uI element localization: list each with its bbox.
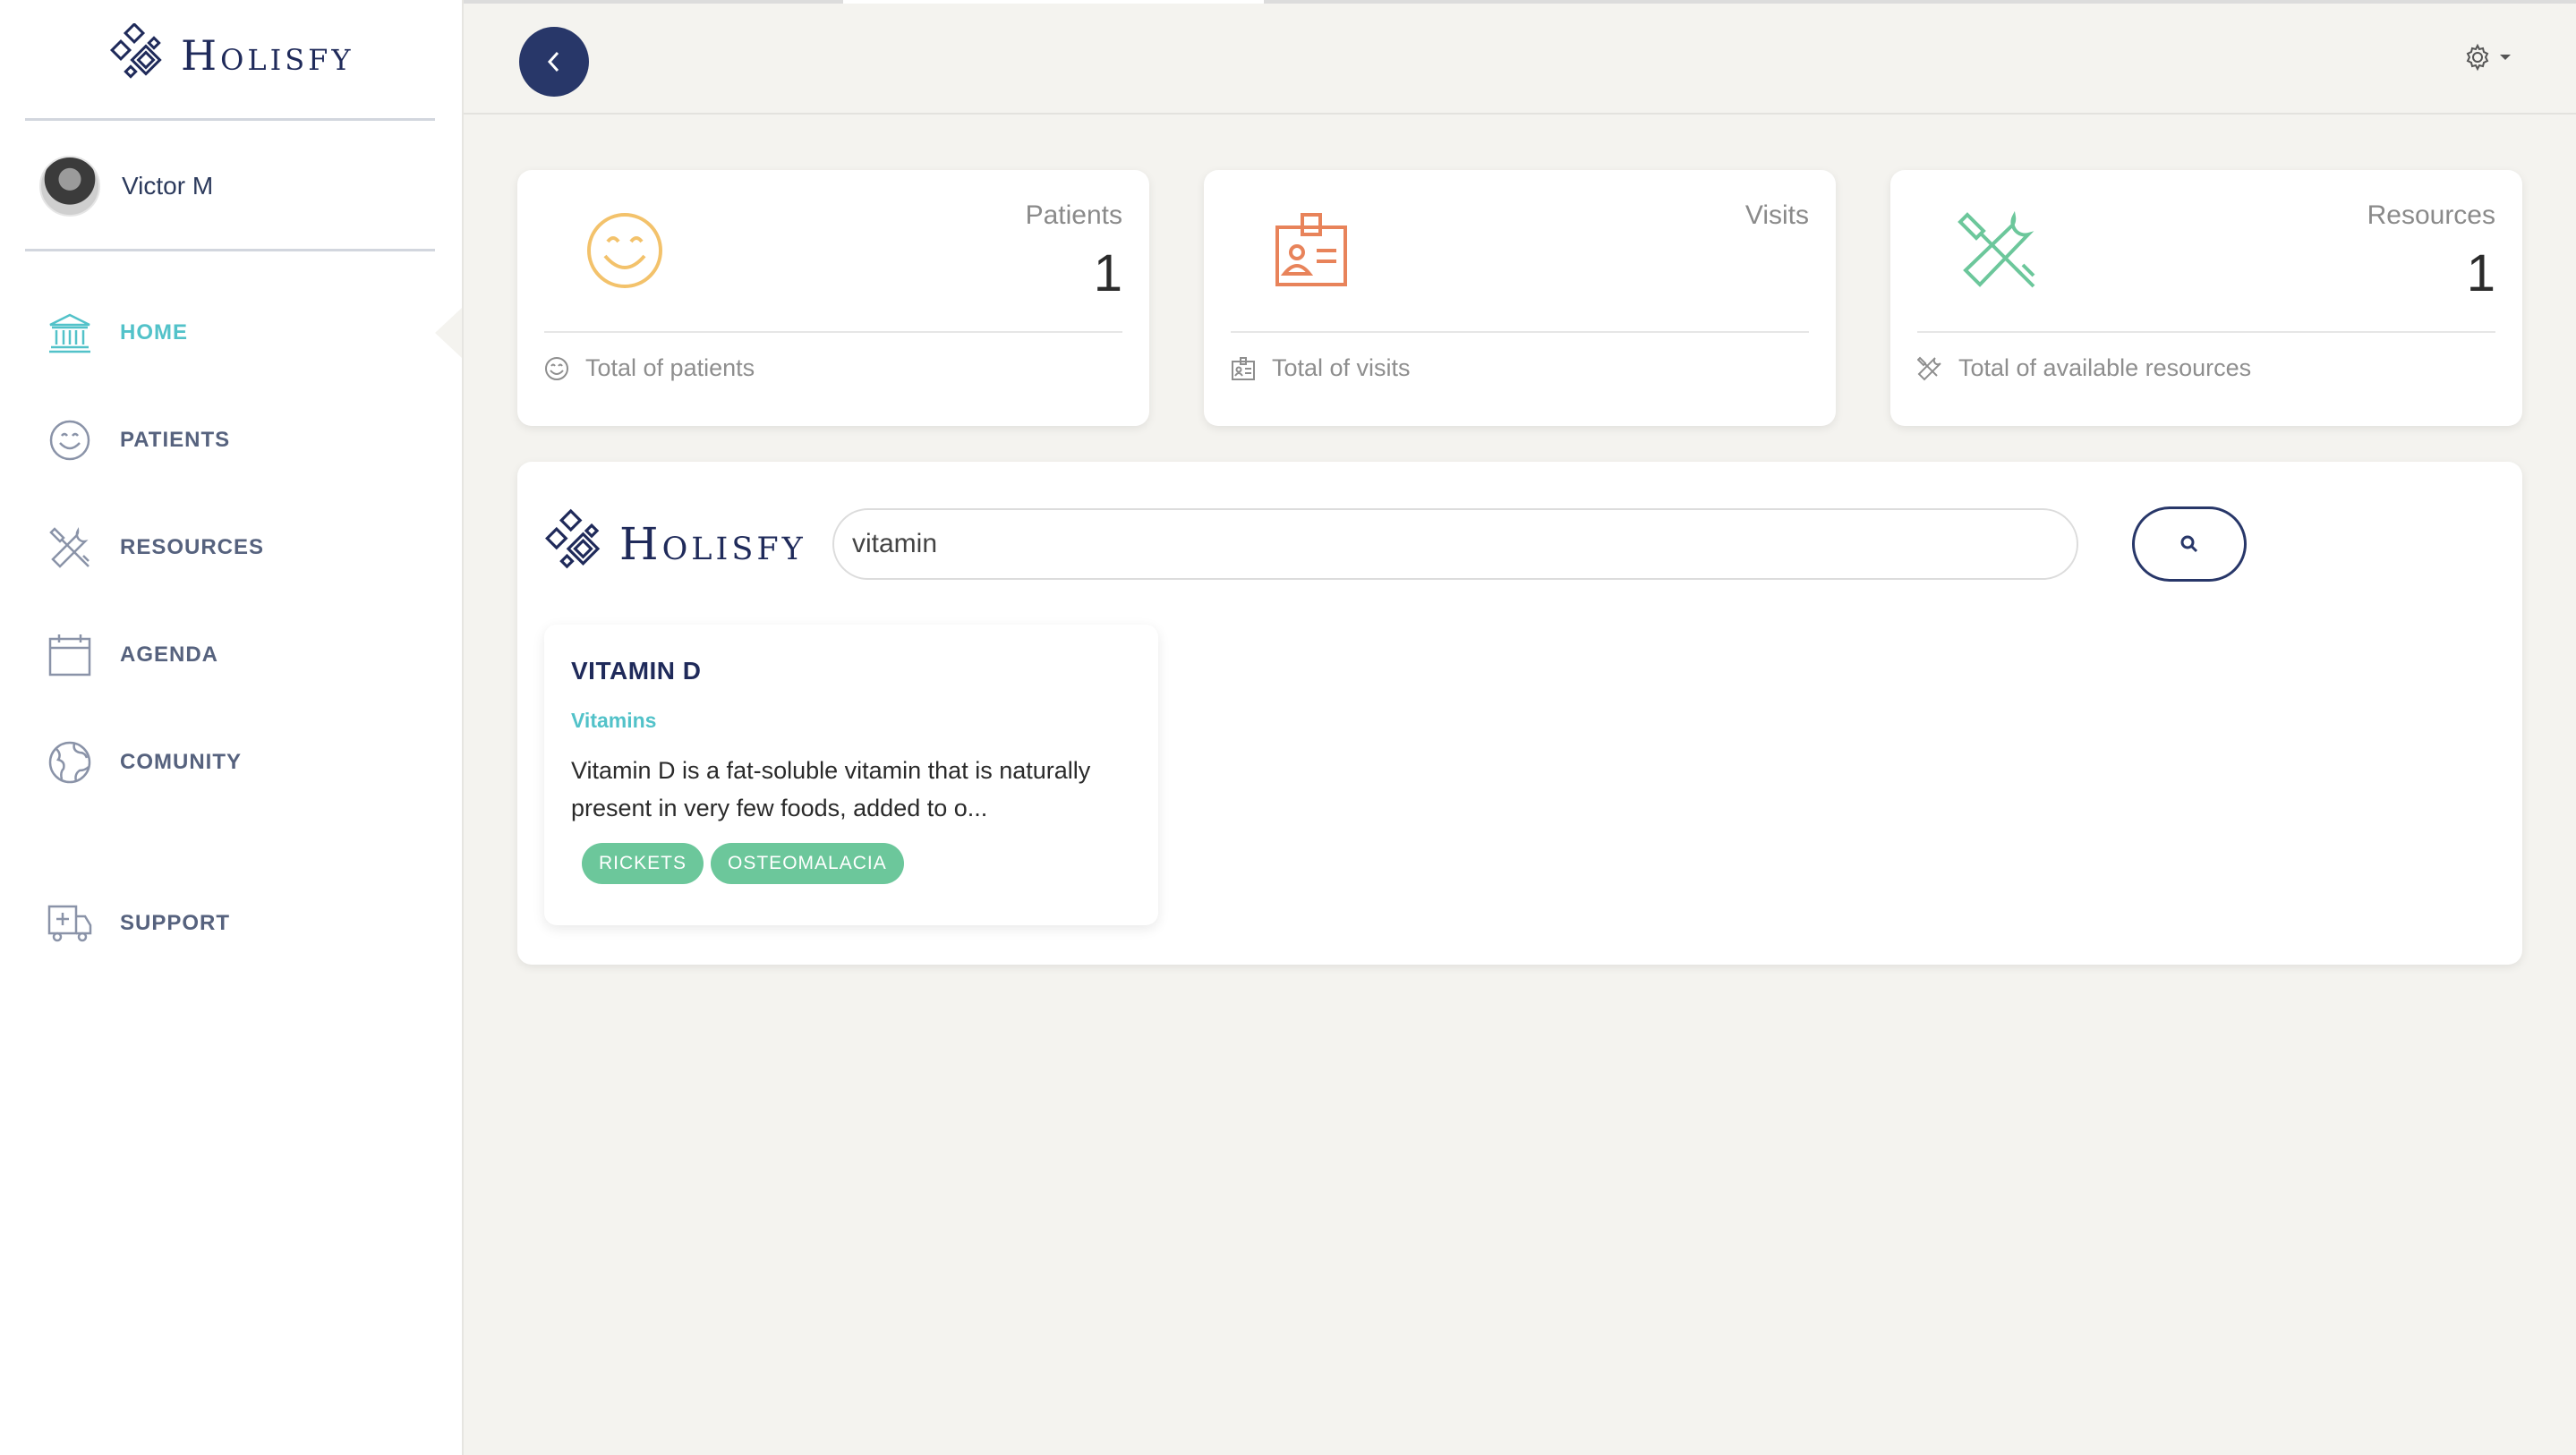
brand-logo[interactable]: Holisfy xyxy=(109,23,354,88)
active-indicator xyxy=(435,308,462,358)
sidebar: Holisfy Victor M HOME PATIENTS RESOURCES… xyxy=(0,0,464,1455)
stat-card-resources: Resources 1 Total of available resources xyxy=(1890,170,2522,426)
stat-footer-text: Total of available resources xyxy=(1958,354,2252,381)
globe-icon xyxy=(47,739,93,786)
stat-divider xyxy=(1231,331,1809,333)
stat-footer: Total of visits xyxy=(1231,354,1411,382)
stat-value: 1 xyxy=(1093,244,1122,302)
search-panel: Holisfy VITAMIN D Vitamins Vitamin D is … xyxy=(517,462,2522,965)
bank-icon xyxy=(47,310,93,356)
sidebar-item-label: HOME xyxy=(120,320,188,345)
id-badge-icon xyxy=(1232,356,1255,380)
holisfy-logo-icon xyxy=(109,23,162,79)
top-header xyxy=(464,4,2576,115)
stat-card-visits: Visits Total of visits xyxy=(1204,170,1836,426)
stat-footer-text: Total of patients xyxy=(585,354,755,381)
result-category[interactable]: Vitamins xyxy=(571,709,656,733)
smile-icon xyxy=(587,213,662,288)
id-badge-icon xyxy=(1275,213,1347,286)
search-brand-logo: Holisfy xyxy=(544,508,806,580)
stat-title: Visits xyxy=(1744,200,1809,230)
smile-icon xyxy=(545,356,568,380)
sidebar-item-patients[interactable]: PATIENTS xyxy=(47,417,230,464)
sidebar-item-comunity[interactable]: COMUNITY xyxy=(47,739,242,786)
holisfy-logo-icon xyxy=(545,508,601,569)
stat-divider xyxy=(1917,331,2495,333)
sidebar-item-resources[interactable]: RESOURCES xyxy=(47,524,264,571)
sidebar-item-label: SUPPORT xyxy=(120,911,231,935)
brand-name: Holisfy xyxy=(619,518,806,570)
sidebar-item-label: PATIENTS xyxy=(120,428,231,452)
stat-footer: Total of available resources xyxy=(1917,354,2251,382)
sidebar-item-agenda[interactable]: AGENDA xyxy=(47,632,218,678)
app-root: Holisfy Victor M HOME PATIENTS RESOURCES… xyxy=(0,0,2576,1455)
sidebar-item-support[interactable]: SUPPORT xyxy=(47,900,230,947)
ambulance-icon xyxy=(47,900,93,947)
sidebar-item-label: RESOURCES xyxy=(120,535,265,559)
stat-divider xyxy=(544,331,1122,333)
stat-value: 1 xyxy=(2466,244,2495,302)
tools-icon xyxy=(47,524,93,571)
stat-title: Resources xyxy=(2367,200,2495,230)
back-button[interactable] xyxy=(519,27,589,97)
avatar[interactable] xyxy=(39,156,100,217)
sidebar-divider xyxy=(25,249,435,251)
brand-name: Holisfy xyxy=(181,31,354,80)
user-name: Victor M xyxy=(122,172,214,200)
chevron-left-icon xyxy=(547,51,559,72)
smile-icon xyxy=(47,417,93,464)
result-card[interactable]: VITAMIN D Vitamins Vitamin D is a fat-so… xyxy=(544,625,1158,925)
stat-footer: Total of patients xyxy=(544,354,755,382)
tools-icon xyxy=(1958,210,2035,288)
search-button[interactable] xyxy=(2132,506,2247,582)
user-profile[interactable]: Victor M xyxy=(39,156,213,217)
search-input[interactable] xyxy=(832,508,2078,580)
result-title[interactable]: VITAMIN D xyxy=(571,657,702,685)
sidebar-item-label: AGENDA xyxy=(120,642,219,667)
sidebar-item-label: COMUNITY xyxy=(120,750,242,774)
calendar-icon xyxy=(47,632,93,678)
tag-osteomalacia[interactable]: OSTEOMALACIA xyxy=(711,843,904,884)
gear-icon xyxy=(2466,43,2489,72)
tools-icon xyxy=(1917,356,1941,380)
settings-dropdown[interactable] xyxy=(2463,43,2512,72)
stat-card-patients: Patients 1 Total of patients xyxy=(517,170,1149,426)
stat-footer-text: Total of visits xyxy=(1272,354,1411,381)
sidebar-divider xyxy=(25,118,435,121)
tag-rickets[interactable]: RICKETS xyxy=(582,843,704,884)
caret-down-icon xyxy=(2500,55,2511,60)
sidebar-item-home[interactable]: HOME xyxy=(47,310,188,356)
stat-title: Patients xyxy=(1025,200,1122,230)
search-icon xyxy=(2180,535,2198,553)
result-tags: RICKETS OSTEOMALACIA xyxy=(582,843,904,884)
result-description: Vitamin D is a fat-soluble vitamin that … xyxy=(571,757,1091,821)
